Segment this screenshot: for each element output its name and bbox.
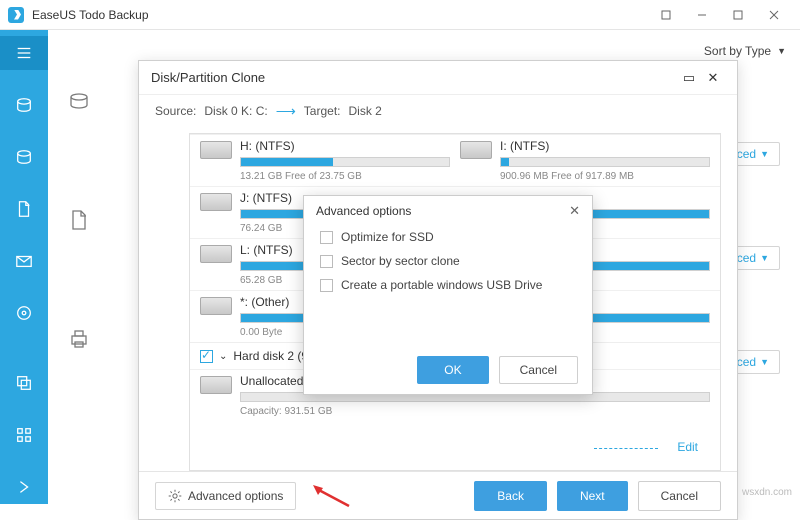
modal-footer: OK Cancel (304, 346, 592, 394)
checkbox[interactable] (320, 255, 333, 268)
dialog-title: Disk/Partition Clone (151, 70, 265, 85)
disk-icon (460, 141, 492, 159)
nav-file-icon[interactable] (0, 192, 48, 226)
nav-target-icon[interactable] (0, 296, 48, 330)
advanced-options-label: Advanced options (188, 489, 283, 503)
modal-header: Advanced options ✕ (304, 196, 592, 226)
target-value: Disk 2 (348, 104, 381, 118)
gear-icon (168, 489, 182, 503)
disk-icon (200, 193, 232, 211)
source-value: Disk 0 K: C: (204, 104, 267, 118)
app-title: EaseUS Todo Backup (32, 8, 149, 22)
sort-label: Sort by Type (704, 44, 771, 58)
dialog-maximize-button[interactable]: ▭ (677, 70, 701, 86)
main-area: Sort by Type ▼ Advanced▼ Advanced▼ Advan… (48, 30, 800, 504)
nav-menu-button[interactable] (0, 36, 48, 70)
advanced-options-button[interactable]: Advanced options (155, 482, 296, 510)
partition-h-meta: 13.21 GB Free of 23.75 GB (240, 171, 450, 182)
arrow-right-icon: ⟶ (276, 103, 296, 120)
category-printer-icon (68, 328, 92, 352)
partition-h-name: H: (NTFS) (240, 139, 450, 153)
category-icons (68, 90, 92, 352)
nav-disk2-icon[interactable] (0, 140, 48, 174)
target-label: Target: (304, 104, 341, 118)
dialog-close-button[interactable]: ✕ (701, 70, 725, 86)
modal-cancel-button[interactable]: Cancel (499, 356, 578, 384)
chevron-down-icon: ⌄ (219, 351, 227, 362)
source-target-row: Source: Disk 0 K: C: ⟶ Target: Disk 2 (139, 95, 737, 127)
window-minimize-button[interactable] (684, 1, 720, 29)
category-file-icon (68, 209, 92, 233)
dialog-titlebar: Disk/Partition Clone ▭ ✕ (139, 61, 737, 95)
modal-body: Optimize for SSD Sector by sector clone … (304, 226, 592, 346)
nav-disk-icon[interactable] (0, 88, 48, 122)
checkbox[interactable] (320, 231, 333, 244)
partition-h-bar (240, 157, 450, 167)
modal-title: Advanced options (316, 204, 411, 218)
dialog-footer: Advanced options Back Next Cancel (139, 471, 737, 519)
category-disk-icon (68, 90, 92, 114)
partition-i-meta: 900.96 MB Free of 917.89 MB (500, 171, 710, 182)
disk-icon (200, 245, 232, 263)
edit-link[interactable]: Edit (677, 440, 698, 454)
next-button[interactable]: Next (557, 481, 628, 511)
back-button[interactable]: Back (474, 481, 547, 511)
advanced-options-modal: Advanced options ✕ Optimize for SSD Sect… (303, 195, 593, 395)
modal-close-button[interactable]: ✕ (569, 203, 580, 219)
disk-icon (200, 141, 232, 159)
partition-i-bar (500, 157, 710, 167)
window-close-button[interactable] (756, 1, 792, 29)
option-portable-usb[interactable]: Create a portable windows USB Drive (320, 278, 576, 292)
nav-apps-icon[interactable] (0, 418, 48, 452)
modal-ok-button[interactable]: OK (417, 356, 488, 384)
caret-down-icon: ▼ (777, 46, 786, 56)
window-extra-button[interactable] (648, 1, 684, 29)
nav-copy-icon[interactable] (0, 366, 48, 400)
window-maximize-button[interactable] (720, 1, 756, 29)
option-sector-clone[interactable]: Sector by sector clone (320, 254, 576, 268)
sort-by-type-dropdown[interactable]: Sort by Type ▼ (704, 44, 786, 58)
disk-icon (200, 297, 232, 315)
nav-sidebar (0, 30, 48, 504)
checkbox[interactable] (320, 279, 333, 292)
source-label: Source: (155, 104, 196, 118)
window-titlebar: EaseUS Todo Backup (0, 0, 800, 30)
disk-icon (200, 376, 232, 394)
watermark-text: wsxdn.com (742, 487, 792, 498)
cancel-button[interactable]: Cancel (638, 481, 721, 511)
nav-mail-icon[interactable] (0, 244, 48, 278)
partition-unalloc-meta: Capacity: 931.51 GB (240, 406, 710, 417)
edit-connector-line (594, 448, 658, 449)
app-logo-icon (8, 7, 24, 23)
nav-arrow-icon[interactable] (0, 470, 48, 504)
option-optimize-ssd[interactable]: Optimize for SSD (320, 230, 576, 244)
partition-i-name: I: (NTFS) (500, 139, 710, 153)
hd2-checkbox[interactable] (200, 350, 213, 363)
